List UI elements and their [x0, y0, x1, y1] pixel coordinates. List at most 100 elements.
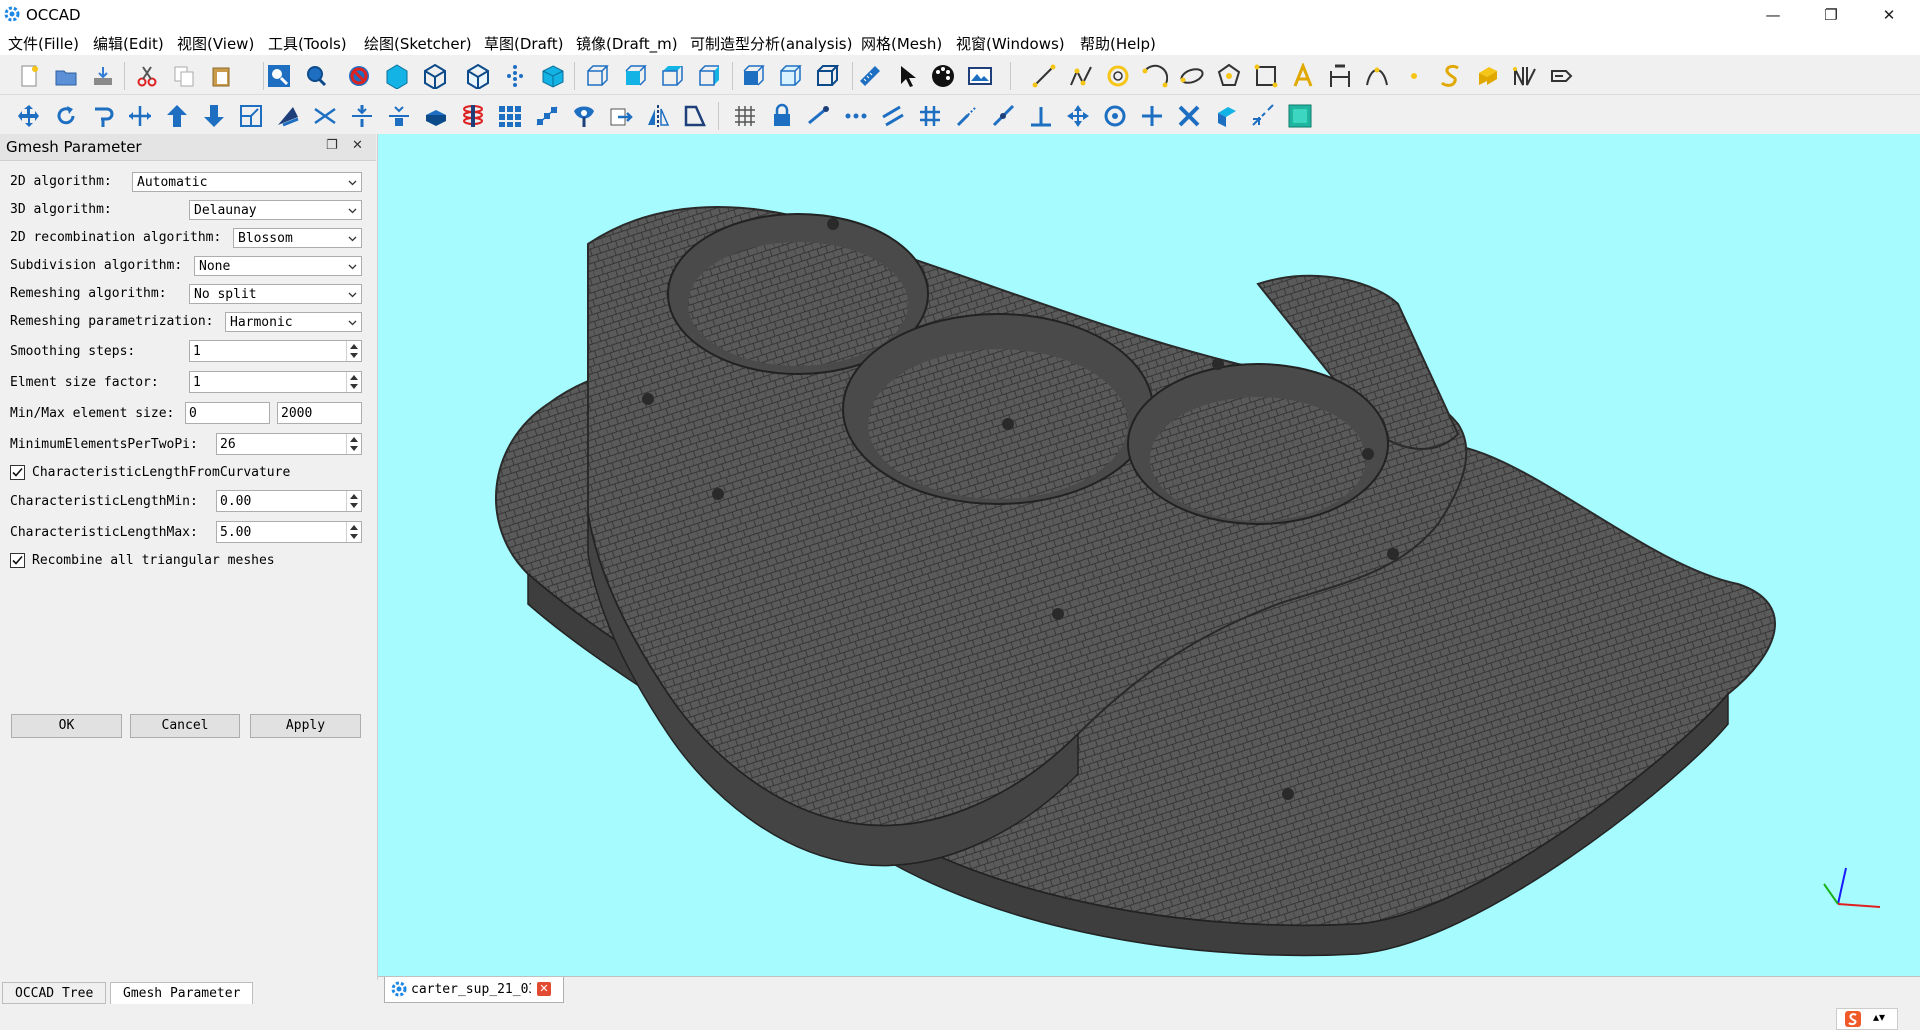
snap-near-icon[interactable]	[989, 101, 1019, 131]
subdiv-select[interactable]: None	[194, 256, 362, 276]
menu-sketcher[interactable]: 绘图(Sketcher)	[364, 33, 472, 54]
array-split-icon[interactable]	[384, 101, 414, 131]
snap-special-icon[interactable]	[1063, 101, 1093, 131]
remesh-select[interactable]: No split	[189, 284, 362, 304]
mesh-model[interactable]	[378, 134, 1920, 976]
snap-workplane-icon[interactable]	[1211, 101, 1241, 131]
open-folder-icon[interactable]	[51, 61, 81, 91]
per2pi-spinbox[interactable]: 26	[216, 433, 362, 455]
polyline-icon[interactable]	[1066, 61, 1096, 91]
snap-grid-icon[interactable]	[915, 101, 945, 131]
arc-icon[interactable]	[1140, 61, 1170, 91]
menu-mesh[interactable]: 网格(Mesh)	[861, 33, 942, 54]
spin-down-icon[interactable]	[350, 353, 358, 358]
cut-icon[interactable]	[132, 61, 162, 91]
line-icon[interactable]	[1029, 61, 1059, 91]
document-tab[interactable]: carter_sup_21_03 ✕	[384, 977, 564, 1003]
hidden-line-icon[interactable]	[463, 61, 493, 91]
snap-intersection-icon[interactable]	[1137, 101, 1167, 131]
snap-dimensions-icon[interactable]	[1248, 101, 1278, 131]
recomb-select[interactable]: Blossom	[233, 228, 362, 248]
spin-up-icon[interactable]	[350, 525, 358, 530]
zoom-icon[interactable]	[301, 61, 331, 91]
ime-toggle-icon[interactable]: ▴▾	[1873, 1010, 1885, 1024]
menu-edit[interactable]: 编辑(Edit)	[93, 33, 164, 54]
select-cursor-icon[interactable]	[892, 61, 922, 91]
left-view-icon[interactable]	[737, 61, 767, 91]
spring-icon[interactable]	[458, 101, 488, 131]
snap-lock-icon[interactable]	[767, 101, 797, 131]
grid-array-icon[interactable]	[495, 101, 525, 131]
spin-up-icon[interactable]	[350, 375, 358, 380]
min-size-input[interactable]: 0	[185, 402, 270, 424]
zoom-fit-icon[interactable]	[264, 61, 294, 91]
close-window-button[interactable]: ✕	[1860, 0, 1918, 30]
close-tab-icon[interactable]: ✕	[537, 982, 551, 996]
color-palette-icon[interactable]	[928, 61, 958, 91]
points-view-icon[interactable]	[500, 61, 530, 91]
param-select[interactable]: Harmonic	[225, 312, 362, 332]
tab-occad-tree[interactable]: OCCAD Tree	[2, 982, 107, 1004]
spin-down-icon[interactable]	[350, 503, 358, 508]
copy-icon[interactable]	[169, 61, 199, 91]
bspline-icon[interactable]	[1362, 61, 1392, 91]
no-display-icon[interactable]	[344, 61, 374, 91]
shape-2d-view-icon[interactable]	[680, 101, 710, 131]
toggle-grid-icon[interactable]	[730, 101, 760, 131]
snap-extension-icon[interactable]	[952, 101, 982, 131]
clmax-spinbox[interactable]: 5.00	[216, 521, 362, 543]
split-icon[interactable]	[347, 101, 377, 131]
screenshot-icon[interactable]	[965, 61, 995, 91]
bottom-view-icon[interactable]	[774, 61, 804, 91]
text-icon[interactable]	[1288, 61, 1318, 91]
downgrade-icon[interactable]	[199, 101, 229, 131]
spin-down-icon[interactable]	[350, 446, 358, 451]
menu-file[interactable]: 文件(Fille)	[8, 33, 79, 54]
tab-gmesh-parameter[interactable]: Gmesh Parameter	[110, 982, 254, 1004]
menu-help[interactable]: 帮助(Help)	[1080, 33, 1156, 54]
label-icon[interactable]	[1547, 61, 1577, 91]
curvature-checkbox[interactable]	[10, 465, 25, 480]
upgrade-icon[interactable]	[162, 101, 192, 131]
wire-icon[interactable]	[1510, 61, 1540, 91]
point-icon[interactable]	[1399, 61, 1429, 91]
menu-view[interactable]: 视图(View)	[177, 33, 254, 54]
rectangle-icon[interactable]	[1251, 61, 1281, 91]
recombine-all-checkbox[interactable]	[10, 553, 25, 568]
clone-icon[interactable]	[569, 101, 599, 131]
alg2d-select[interactable]: Automatic	[132, 172, 362, 192]
cancel-button[interactable]: Cancel	[130, 714, 240, 738]
ok-button[interactable]: OK	[11, 714, 122, 738]
shape-string-icon[interactable]	[1436, 61, 1466, 91]
mirror-icon[interactable]	[643, 101, 673, 131]
spin-down-icon[interactable]	[350, 534, 358, 539]
menu-draft-m[interactable]: 镜像(Draft_m)	[576, 33, 678, 54]
draft-to-sketch-icon[interactable]	[606, 101, 636, 131]
stretch-icon[interactable]	[125, 101, 155, 131]
move-icon[interactable]	[14, 101, 44, 131]
alg3d-select[interactable]: Delaunay	[189, 200, 362, 220]
ellipse-icon[interactable]	[1177, 61, 1207, 91]
save-icon[interactable]	[88, 61, 118, 91]
spin-up-icon[interactable]	[350, 344, 358, 349]
path-array-icon[interactable]	[532, 101, 562, 131]
snap-midpoint-icon[interactable]	[841, 101, 871, 131]
menu-windows[interactable]: 视窗(Windows)	[956, 33, 1065, 54]
dimension-icon[interactable]	[1325, 61, 1355, 91]
wireframe-view-icon[interactable]	[420, 61, 450, 91]
menu-analysis[interactable]: 可制造型分析(analysis)	[690, 33, 852, 54]
restore-button[interactable]: ❐	[1802, 0, 1860, 30]
clmin-spinbox[interactable]: 0.00	[216, 490, 362, 512]
offset-icon[interactable]	[88, 101, 118, 131]
spin-up-icon[interactable]	[350, 494, 358, 499]
menu-draft[interactable]: 草图(Draft)	[484, 33, 564, 54]
snap-parallel-icon[interactable]	[878, 101, 908, 131]
extrude-icon[interactable]	[421, 101, 451, 131]
trimex-icon[interactable]	[273, 101, 303, 131]
spin-up-icon[interactable]	[350, 437, 358, 442]
measure-icon[interactable]	[855, 61, 885, 91]
facebinder-icon[interactable]	[1473, 61, 1503, 91]
apply-button[interactable]: Apply	[250, 714, 361, 738]
snap-perpendicular-icon[interactable]	[1026, 101, 1056, 131]
top-view-icon[interactable]	[619, 61, 649, 91]
